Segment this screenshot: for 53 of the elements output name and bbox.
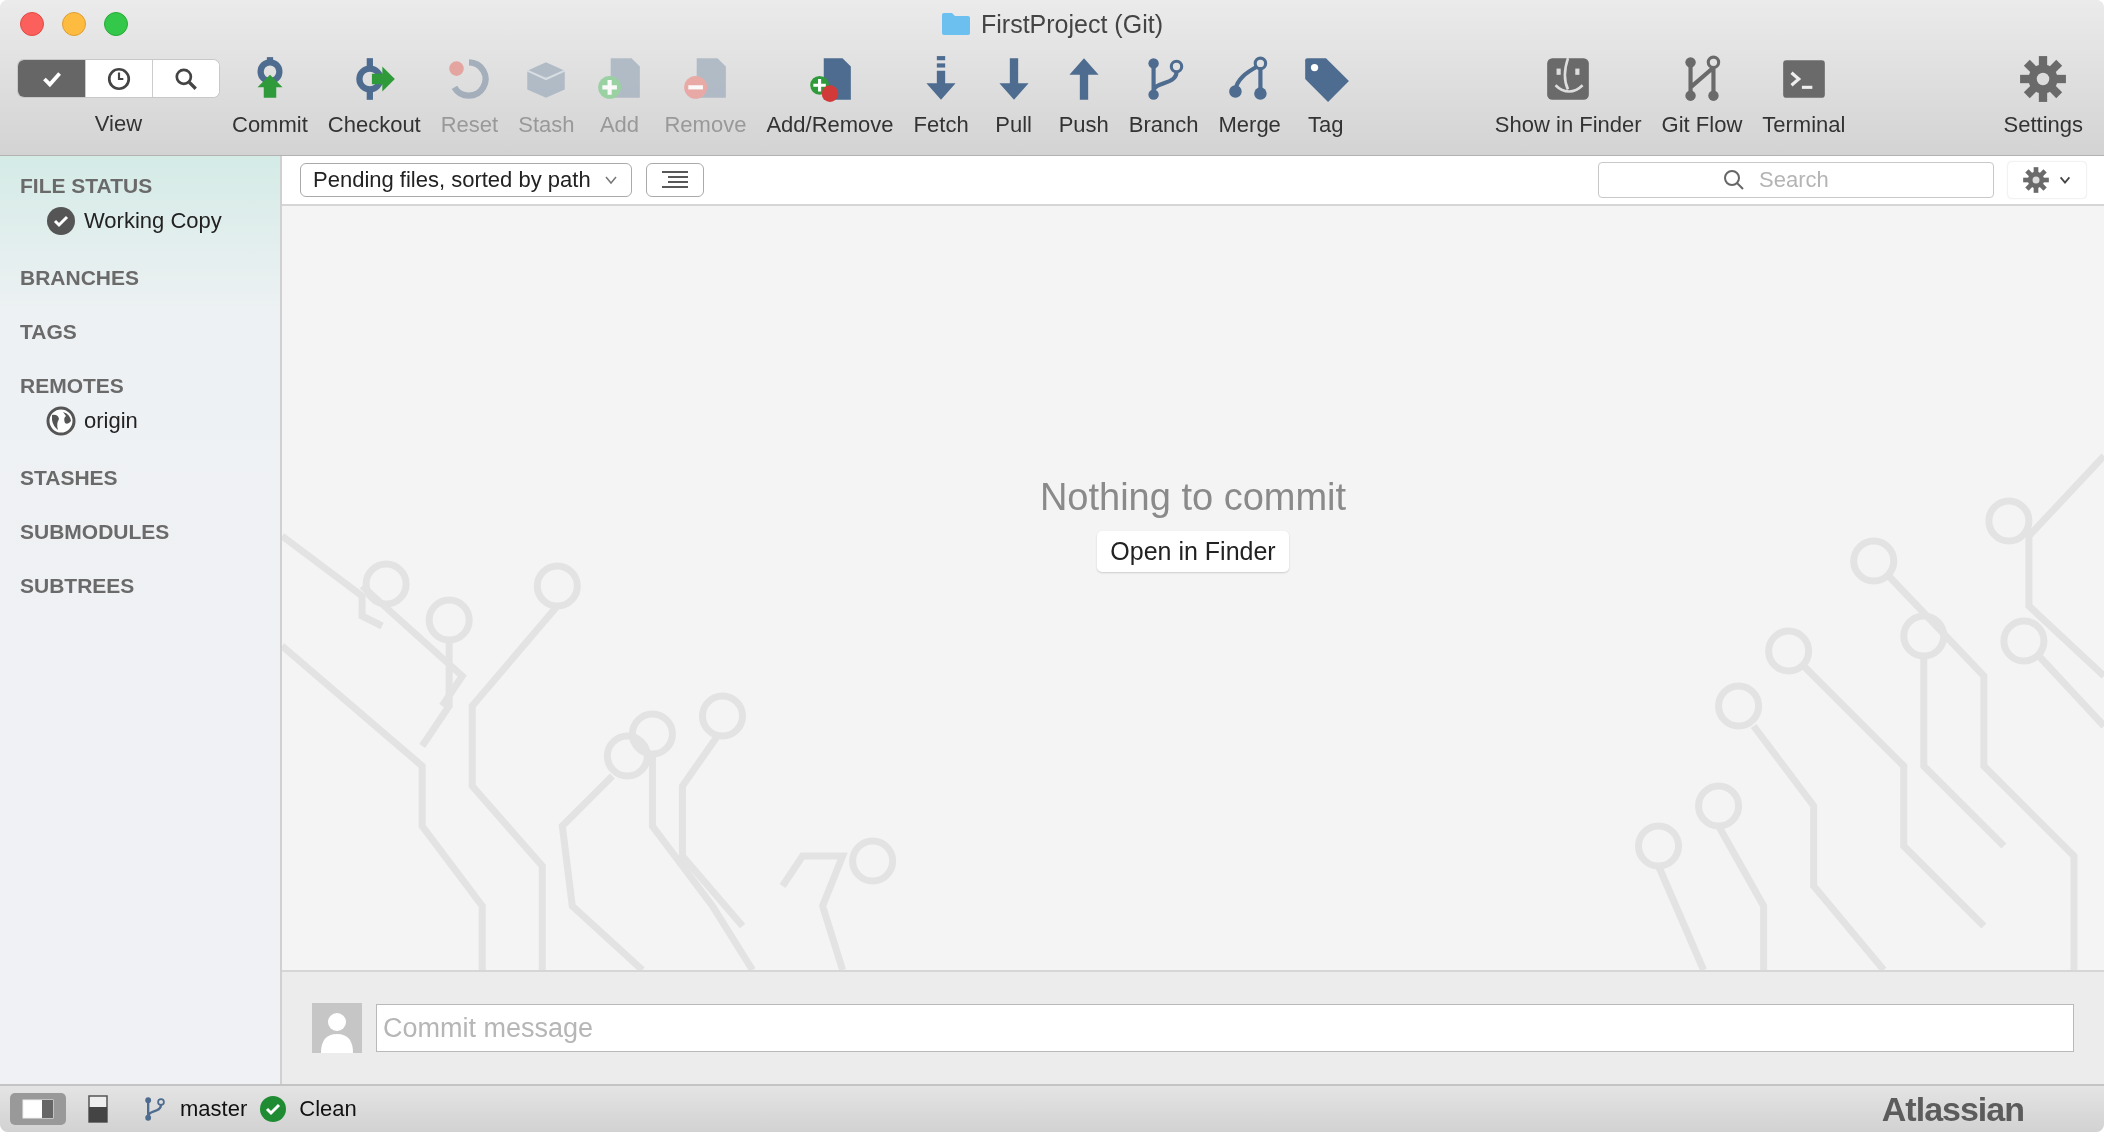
bottom-panel-icon — [88, 1095, 108, 1123]
toolbar-button[interactable]: Checkout — [320, 48, 428, 138]
sidebar-section-heading[interactable]: BRANCHES — [20, 266, 280, 290]
toolbar-button[interactable]: Settings — [1996, 48, 2090, 138]
search-icon — [1722, 168, 1746, 192]
sidebar-item[interactable]: origin — [20, 406, 280, 436]
toolbar-button[interactable]: Merge — [1211, 48, 1288, 138]
settings-dropdown-button[interactable] — [2008, 162, 2086, 198]
close-window-button[interactable] — [20, 12, 44, 36]
sidebar-section-heading[interactable]: TAGS — [20, 320, 280, 344]
commit-message-field[interactable]: Commit message — [376, 1004, 2074, 1052]
sidebar-section-heading[interactable]: SUBMODULES — [20, 520, 280, 544]
branch-name: master — [180, 1096, 248, 1122]
toolbar-button[interactable]: Push — [1051, 48, 1116, 138]
empty-state-message: Nothing to commit — [1039, 476, 1347, 519]
search-icon — [173, 65, 199, 92]
sidebar-item[interactable]: Working Copy — [20, 206, 280, 236]
avatar-silhouette-icon — [312, 1003, 362, 1053]
toolbar-button[interactable]: Fetch — [906, 48, 976, 138]
toolbar-button[interactable]: Terminal — [1755, 48, 1853, 138]
toolbar-button[interactable]: Tag — [1293, 48, 1358, 138]
sidebar-section-heading[interactable]: REMOTES — [20, 374, 280, 398]
open-in-finder-button[interactable]: Open in Finder — [1097, 531, 1289, 572]
list-icon — [659, 170, 690, 190]
globe-icon — [46, 406, 76, 436]
toolbar-button[interactable]: Pull — [981, 48, 1046, 138]
sidebar-section-heading[interactable]: FILE STATUS — [20, 174, 280, 198]
sidebar-section-heading[interactable]: STASHES — [20, 466, 280, 490]
sidebar-layout-icon — [22, 1099, 54, 1119]
toolbar-button[interactable]: Git Flow — [1654, 48, 1750, 138]
sidebar-toggle-button[interactable] — [10, 1093, 66, 1125]
window-title: FirstProject (Git) — [981, 9, 1163, 39]
folder-icon — [941, 12, 971, 36]
toolbar-button[interactable]: Branch — [1121, 48, 1206, 138]
toolbar-button[interactable]: Show in Finder — [1487, 48, 1649, 138]
check-circle-icon — [259, 1095, 288, 1123]
checkmark-view-tab[interactable] — [18, 60, 85, 97]
gear-icon — [2022, 166, 2050, 194]
settings-icon — [2018, 54, 2069, 104]
sidebar-item-label[interactable]: origin — [84, 408, 138, 434]
brand-logo: Atlassian — [1881, 1089, 2024, 1129]
sidebar-item-label[interactable]: Working Copy — [84, 208, 222, 234]
toolbar-button[interactable]: Commit — [225, 48, 315, 138]
sidebar-section-heading[interactable]: SUBTREES — [20, 574, 280, 598]
list-view-button[interactable] — [645, 163, 704, 197]
view-label: View — [94, 111, 143, 137]
search-view-tab[interactable] — [152, 60, 219, 97]
clock-icon — [106, 65, 132, 92]
sort-dropdown[interactable]: Pending files, sorted by path — [300, 163, 632, 197]
toolbar-button[interactable]: Add/Remove — [759, 48, 901, 138]
repository-state: Clean — [299, 1096, 357, 1122]
search-field[interactable]: Search — [1598, 162, 1994, 198]
check-circle-icon — [46, 206, 76, 236]
